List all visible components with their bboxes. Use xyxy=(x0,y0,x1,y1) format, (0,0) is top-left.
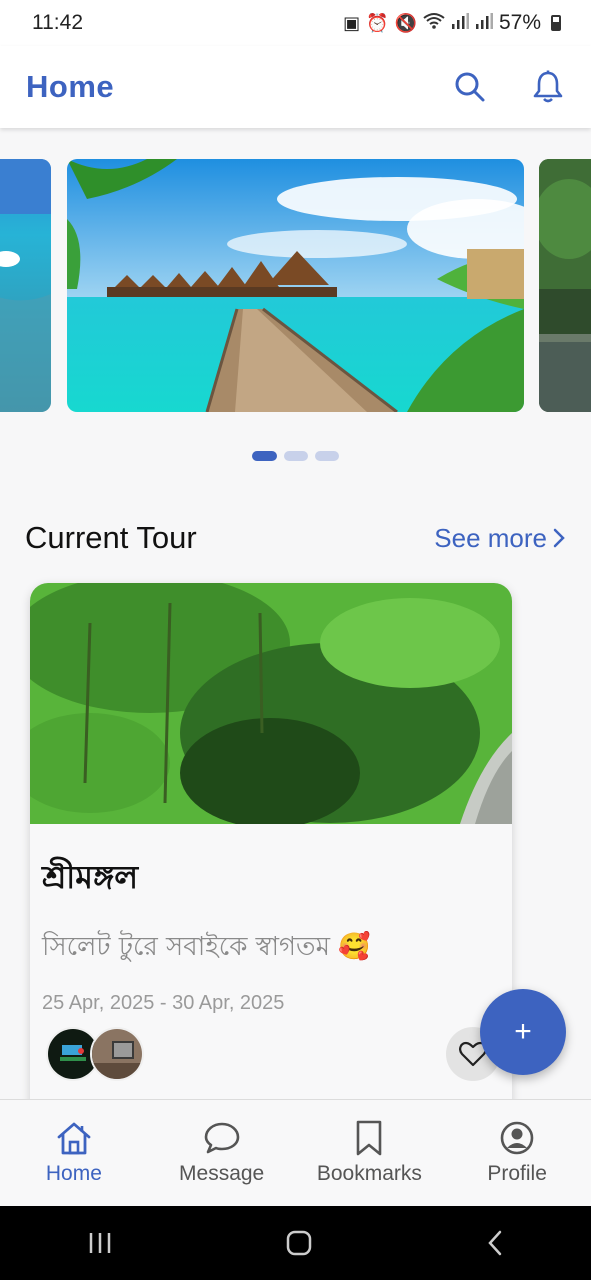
nav-item-home[interactable]: Home xyxy=(0,1100,148,1206)
mute-icon: 🔇 xyxy=(394,12,417,33)
nav-label-message: Message xyxy=(179,1162,265,1185)
system-navigation-bar xyxy=(0,1206,591,1280)
profile-icon xyxy=(500,1121,534,1155)
bell-icon[interactable] xyxy=(531,70,565,104)
status-bar: 11:42 ▣ ⏰ 🔇 57% xyxy=(0,0,591,46)
chevron-right-icon xyxy=(553,528,565,548)
back-icon[interactable] xyxy=(486,1230,504,1256)
add-tour-button[interactable]: + xyxy=(480,989,566,1075)
lock-icon: ▣ xyxy=(343,12,361,33)
carousel-slide-prev[interactable] xyxy=(0,159,51,412)
current-tour-header: Current Tour See more xyxy=(25,520,565,556)
image-carousel[interactable] xyxy=(0,158,591,414)
app-bar: Home xyxy=(0,46,591,128)
nav-label-profile: Profile xyxy=(487,1162,547,1185)
status-time: 11:42 xyxy=(32,11,83,34)
signal-icon xyxy=(451,12,469,34)
carousel-dot[interactable] xyxy=(315,451,339,461)
message-icon xyxy=(204,1122,239,1154)
carousel-dot-active[interactable] xyxy=(252,451,277,461)
home-button-icon[interactable] xyxy=(286,1230,312,1256)
see-more-link[interactable]: See more xyxy=(434,523,565,554)
section-title: Current Tour xyxy=(25,520,197,555)
tour-subtitle: সিলেট টুরে সবাইকে স্বাগতম 🥰 xyxy=(42,932,371,962)
wifi-icon xyxy=(423,12,445,35)
recent-apps-icon[interactable] xyxy=(87,1231,113,1255)
carousel-slide-active[interactable] xyxy=(67,159,524,412)
see-more-label: See more xyxy=(434,522,547,553)
tour-card[interactable]: শ্রীমঙ্গল সিলেট টুরে সবাইকে স্বাগতম 🥰 25… xyxy=(30,583,512,1143)
nav-item-profile[interactable]: Profile xyxy=(443,1100,591,1206)
alarm-icon: ⏰ xyxy=(366,12,389,33)
battery-icon xyxy=(551,15,561,31)
tour-card-image xyxy=(30,583,512,824)
carousel-indicator xyxy=(0,451,591,461)
bottom-navigation: Home Message Bookmarks Profile xyxy=(0,1099,591,1206)
participant-avatars[interactable] xyxy=(46,1027,144,1081)
status-icons: ▣ ⏰ 🔇 57% xyxy=(343,11,561,35)
avatar[interactable] xyxy=(90,1027,144,1081)
carousel-dot[interactable] xyxy=(284,451,308,461)
battery-percent: 57% xyxy=(498,11,541,34)
app-bar-actions xyxy=(453,70,565,104)
search-icon[interactable] xyxy=(453,70,487,104)
nav-item-message[interactable]: Message xyxy=(148,1100,296,1206)
nav-label-home: Home xyxy=(45,1162,102,1185)
bookmark-icon xyxy=(357,1120,382,1156)
home-icon xyxy=(57,1122,91,1155)
home-screen: 11:42 ▣ ⏰ 🔇 57% Home Current Tour See mo… xyxy=(0,0,591,1280)
signal-icon-2 xyxy=(475,12,493,34)
nav-item-bookmarks[interactable]: Bookmarks xyxy=(296,1100,444,1206)
nav-label-bookmarks: Bookmarks xyxy=(316,1162,422,1185)
page-title: Home xyxy=(26,69,115,104)
plus-icon: + xyxy=(514,1015,532,1048)
tour-name: শ্রীমঙ্গল xyxy=(42,858,139,896)
tour-dates: 25 Apr, 2025 - 30 Apr, 2025 xyxy=(42,992,285,1014)
carousel-slide-next[interactable] xyxy=(539,159,591,412)
